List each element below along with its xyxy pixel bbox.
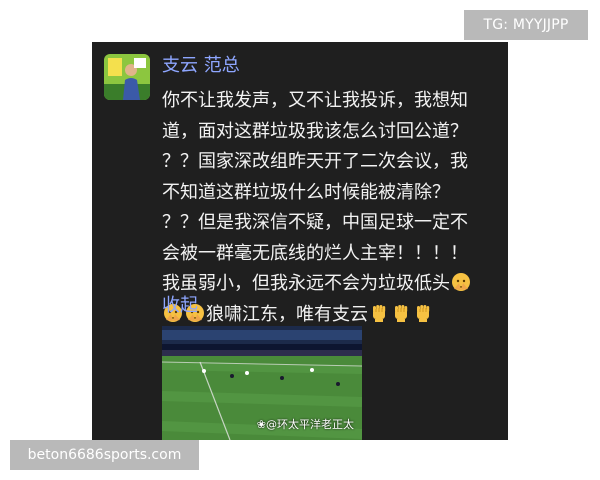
collapse-link[interactable]: 收起 [162, 294, 198, 318]
avatar[interactable] [104, 54, 150, 100]
author-name[interactable]: 支云 范总 [162, 54, 240, 78]
weibo-logo-icon: ❀ [256, 418, 266, 431]
content-line: ？？国家深改组昨天开了二次会议，我 [162, 151, 468, 172]
content-line: 道，面对这群垃圾我该怎么讨回公道？ [162, 120, 468, 142]
raised-fist-emoji-icon [413, 303, 433, 323]
raised-fist-emoji-icon [369, 303, 389, 323]
website-url-badge: beton6686sports.com [10, 440, 199, 470]
raised-fist-emoji-icon [391, 303, 411, 323]
content-line-text: 狼啸江东，唯有支云 [206, 303, 368, 325]
content-line-text: 我虽弱小，但我永远不会为垃圾低头 [162, 273, 450, 294]
video-thumbnail[interactable]: ❀@环太平洋老正太 [162, 326, 362, 440]
praying-face-emoji-icon [451, 272, 471, 292]
post-content: 你不让我发声，又不让我投诉，我想知 道，面对这群垃圾我该怎么讨回公道？ ？？国家… [162, 86, 500, 330]
content-line: 会被一群毫无底线的烂人主宰！！！！ [162, 242, 468, 264]
video-watermark-text: @环太平洋老正太 [266, 418, 354, 431]
avatar-image-icon [104, 54, 150, 100]
telegram-handle-badge: TG: MYYJJPP [464, 10, 588, 40]
content-line: 你不让我发声，又不让我投诉，我想知 [162, 90, 468, 111]
content-line: ？？但是我深信不疑，中国足球一定不 [162, 212, 468, 233]
content-line: 不知道这群垃圾什么时候能被清除？ [162, 181, 450, 203]
social-post-card: 支云 范总 你不让我发声，又不让我投诉，我想知 道，面对这群垃圾我该怎么讨回公道… [92, 42, 508, 440]
content-line-with-emoji: 我虽弱小，但我永远不会为垃圾低头 [162, 269, 500, 300]
video-watermark: ❀@环太平洋老正太 [257, 418, 354, 432]
